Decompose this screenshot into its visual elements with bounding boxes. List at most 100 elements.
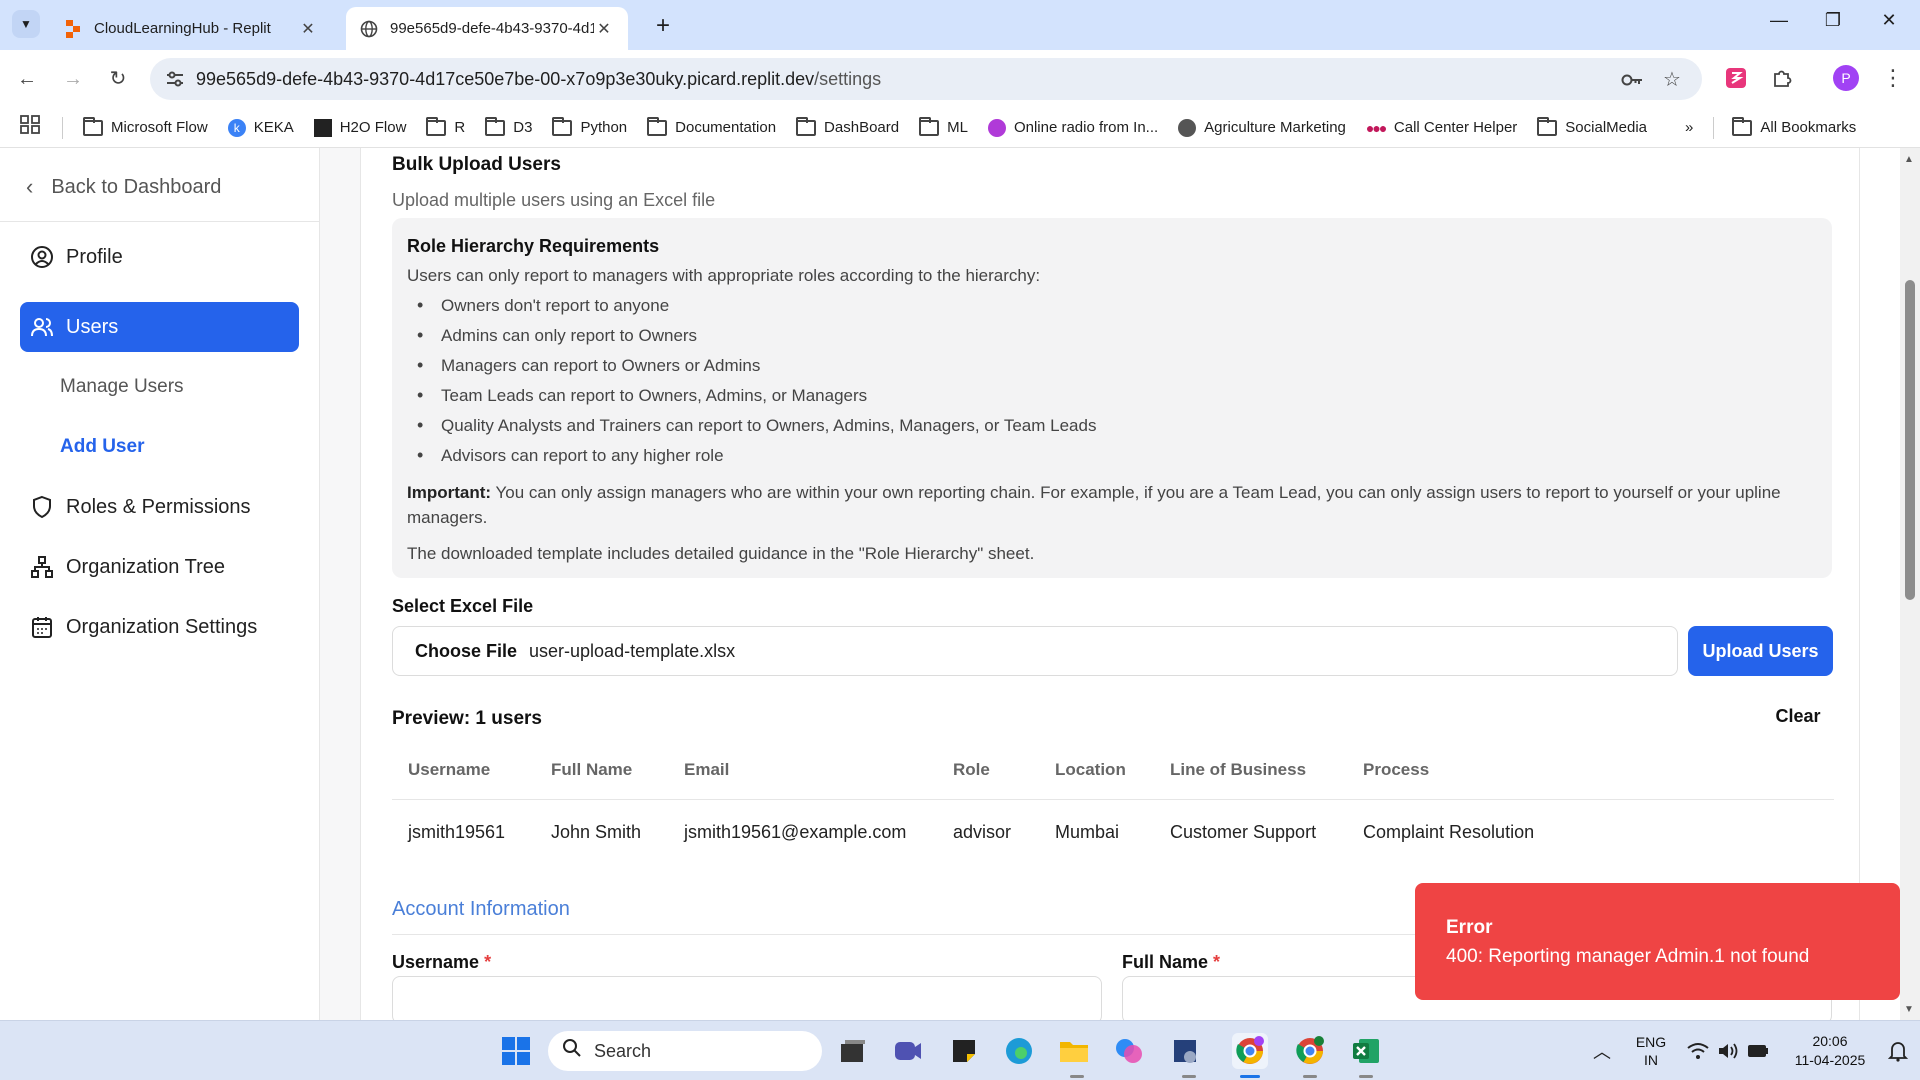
url-text[interactable]: 99e565d9-defe-4b43-9370-4d17ce50e7be-00-… xyxy=(196,69,881,90)
bookmark-dashboard[interactable]: DashBoard xyxy=(796,116,899,136)
file-input[interactable]: Choose File user-upload-template.xlsx xyxy=(392,626,1678,676)
window-close-icon[interactable]: ✕ xyxy=(1874,10,1904,31)
profile-letter: P xyxy=(1833,65,1859,91)
bookmark-label: Python xyxy=(580,119,628,136)
sidebar-item-label: Profile xyxy=(66,245,123,268)
role-hierarchy-box: Role Hierarchy Requirements Users can on… xyxy=(392,218,1832,578)
bookmark-h2o-flow[interactable]: H2O Flow xyxy=(313,118,406,137)
upload-users-button[interactable]: Upload Users xyxy=(1688,626,1833,676)
bookmark-label: KEKA xyxy=(253,119,294,136)
browser-tab-inactive[interactable]: CloudLearningHub - Replit ✕ xyxy=(50,7,332,50)
menu-kebab-icon[interactable]: ⋮ xyxy=(1877,62,1909,94)
bookmark-microsoft-flow[interactable]: Microsoft Flow xyxy=(83,116,208,136)
column-header: Process xyxy=(1363,760,1430,779)
meet-video-icon[interactable] xyxy=(890,1033,926,1069)
bookmark-documentation[interactable]: Documentation xyxy=(647,116,776,136)
table-cell: Mumbai xyxy=(1055,822,1120,842)
column-header: Location xyxy=(1055,760,1126,779)
chrome-profile-k-icon[interactable] xyxy=(1292,1033,1328,1069)
folder-icon xyxy=(1537,116,1558,136)
sidebar-subitem-add-user[interactable]: Add User xyxy=(60,436,144,458)
windows-taskbar: Search ︿ ENG IN 20:06 11-04-2025 xyxy=(0,1020,1920,1080)
toast-message: 400: Reporting manager Admin.1 not found xyxy=(1446,946,1810,967)
bookmark-keka[interactable]: k KEKA xyxy=(227,118,294,137)
sticky-notes-icon[interactable] xyxy=(946,1033,982,1069)
task-view-icon[interactable] xyxy=(835,1033,871,1069)
clear-button[interactable]: Clear xyxy=(1762,694,1834,738)
page-scrollbar[interactable]: ▲ ▼ xyxy=(1900,148,1920,1020)
tab-close-icon[interactable]: ✕ xyxy=(594,19,614,39)
taskbar-search-box[interactable]: Search xyxy=(548,1031,822,1071)
apps-grid-icon[interactable] xyxy=(20,115,42,140)
restore-icon[interactable]: ❐ xyxy=(1818,10,1848,31)
address-bar[interactable]: 99e565d9-defe-4b43-9370-4d17ce50e7be-00-… xyxy=(150,58,1702,100)
chevron-up-icon[interactable]: ︿ xyxy=(1584,1033,1620,1069)
sidebar-item-users[interactable]: Users xyxy=(20,302,299,352)
more-bookmarks-icon[interactable]: » xyxy=(1685,119,1693,136)
forward-arrow-icon[interactable]: → xyxy=(58,64,88,94)
table-cell: Complaint Resolution xyxy=(1363,822,1535,842)
column-header: Line of Business xyxy=(1170,760,1307,779)
sidebar-item-organization-tree[interactable]: Organization Tree xyxy=(20,542,299,592)
profile-avatar[interactable]: P xyxy=(1830,62,1862,94)
folder-icon xyxy=(426,116,447,136)
minimize-icon[interactable]: — xyxy=(1764,10,1794,31)
calendar-icon xyxy=(30,615,54,639)
extension-icon[interactable] xyxy=(1720,62,1752,94)
scroll-up-icon[interactable]: ▲ xyxy=(1904,154,1914,165)
site-settings-icon[interactable] xyxy=(164,68,186,90)
puzzle-extensions-icon[interactable] xyxy=(1766,62,1798,94)
url-path: /settings xyxy=(814,69,882,89)
app-icon[interactable] xyxy=(1167,1033,1203,1069)
bookmark-star-icon[interactable]: ☆ xyxy=(1660,68,1684,92)
bookmark-label: Call Center Helper xyxy=(1393,119,1518,136)
account-information-title: Account Information xyxy=(392,898,570,920)
password-key-icon[interactable] xyxy=(1620,68,1644,92)
tab-search-dropdown-icon[interactable]: ▼ xyxy=(12,10,40,38)
battery-icon[interactable] xyxy=(1740,1033,1776,1069)
tab-close-icon[interactable]: ✕ xyxy=(298,19,318,39)
back-to-dashboard-link[interactable]: ‹ Back to Dashboard xyxy=(26,174,221,200)
important-label: Important: xyxy=(407,483,492,502)
choose-file-button[interactable]: Choose File xyxy=(415,641,517,662)
shield-icon xyxy=(30,495,54,519)
tab-title: 99e565d9-defe-4b43-9370-4d17 xyxy=(390,20,594,37)
folder-icon xyxy=(83,116,103,136)
bookmark-ml[interactable]: ML xyxy=(919,116,968,136)
sidebar-item-profile[interactable]: Profile xyxy=(20,232,299,282)
notification-bell-icon[interactable] xyxy=(1880,1033,1916,1069)
sidebar-item-organization-settings[interactable]: Organization Settings xyxy=(20,602,299,652)
globe-icon xyxy=(360,20,378,38)
bookmark-socialmedia[interactable]: SocialMedia xyxy=(1537,116,1647,136)
bookmark-agriculture-marketing[interactable]: Agriculture Marketing xyxy=(1178,118,1346,137)
sidebar-item-roles-permissions[interactable]: Roles & Permissions xyxy=(20,482,299,532)
browser-tab-active[interactable]: 99e565d9-defe-4b43-9370-4d17 ✕ xyxy=(346,7,628,50)
language-indicator[interactable]: ENG IN xyxy=(1626,1033,1676,1069)
excel-icon[interactable] xyxy=(1348,1033,1384,1069)
bookmark-online-radio[interactable]: Online radio from In... xyxy=(987,118,1158,137)
error-toast[interactable]: Error 400: Reporting manager Admin.1 not… xyxy=(1415,883,1900,1000)
edge-browser-icon[interactable] xyxy=(1001,1033,1037,1069)
bookmark-call-center-helper[interactable]: ●●● Call Center Helper xyxy=(1366,119,1517,136)
back-arrow-icon[interactable]: ← xyxy=(12,64,42,94)
username-field[interactable] xyxy=(392,976,1102,1020)
bookmark-d3[interactable]: D3 xyxy=(485,116,532,136)
new-tab-icon[interactable]: + xyxy=(650,12,676,40)
clock[interactable]: 20:06 11-04-2025 xyxy=(1780,1032,1880,1070)
all-bookmarks[interactable]: All Bookmarks xyxy=(1732,116,1856,136)
scroll-thumb[interactable] xyxy=(1905,280,1915,600)
scroll-down-icon[interactable]: ▼ xyxy=(1904,1004,1914,1015)
copilot-icon[interactable] xyxy=(1111,1033,1147,1069)
table-cell: John Smith xyxy=(551,822,642,842)
reload-icon[interactable]: ↻ xyxy=(103,64,133,94)
file-explorer-icon[interactable] xyxy=(1056,1033,1092,1069)
windows-start-icon[interactable] xyxy=(498,1033,534,1069)
list-item: Admins can only report to Owners xyxy=(407,325,1096,356)
chrome-profile-p-icon[interactable] xyxy=(1232,1033,1268,1069)
sidebar-subitem-manage-users[interactable]: Manage Users xyxy=(60,376,184,398)
bookmark-python[interactable]: Python xyxy=(552,116,628,136)
role-hierarchy-list: Owners don't report to anyone Admins can… xyxy=(407,295,1096,476)
select-file-label: Select Excel File xyxy=(392,596,534,616)
clock-time: 20:06 xyxy=(1812,1033,1848,1049)
bookmark-r[interactable]: R xyxy=(426,116,465,136)
